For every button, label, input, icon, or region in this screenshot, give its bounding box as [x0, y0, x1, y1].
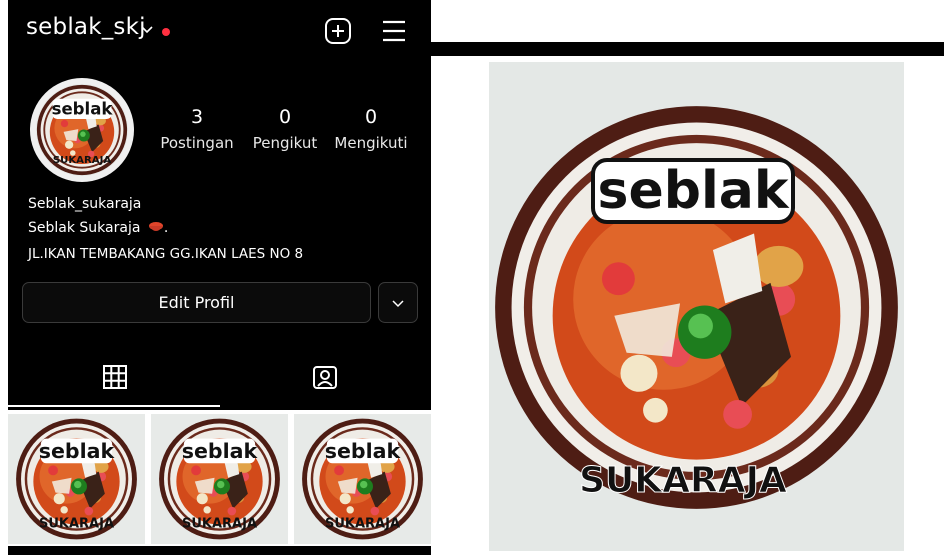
post-thumbnail[interactable]: seblak SUKARAJA [8, 414, 145, 544]
svg-text:seblak: seblak [598, 161, 790, 221]
svg-text:SUKARAJA: SUKARAJA [53, 155, 112, 166]
notification-dot [162, 28, 170, 36]
following-stat[interactable]: 0 Mengikuti [326, 106, 416, 152]
svg-text:SUKARAJA: SUKARAJA [325, 517, 400, 532]
followers-label: Pengikut [252, 134, 318, 152]
edit-profile-button[interactable]: Edit Profil [22, 282, 371, 323]
seblak-logo-image: seblak SUKARAJA [36, 84, 128, 176]
bio-text: Seblak Sukaraja [28, 220, 141, 236]
seblak-post-image: seblak SUKARAJA [8, 414, 145, 544]
username[interactable]: seblak_skj [26, 14, 146, 40]
bowl-emoji-icon [148, 222, 163, 231]
seblak-post-image: seblak SUKARAJA [151, 414, 288, 544]
grid-icon[interactable] [102, 364, 128, 390]
following-label: Mengikuti [334, 134, 408, 152]
logo-preview-panel: seblak SUKARAJA [431, 0, 944, 555]
bio-address: JL.IKAN TEMBAKANG GG.IKAN LAES NO 8 [28, 246, 304, 262]
seblak-bowl-image: seblak SUKARAJA [489, 62, 904, 551]
svg-text:seblak: seblak [325, 439, 402, 463]
followers-count: 0 [278, 106, 292, 128]
chevron-down-icon[interactable] [140, 22, 154, 36]
profile-avatar[interactable]: seblak SUKARAJA [30, 78, 134, 182]
svg-text:SUKARAJA: SUKARAJA [39, 517, 114, 532]
svg-text:SUKARAJA: SUKARAJA [182, 517, 257, 532]
bio-line: Seblak Sukaraja . [28, 220, 169, 236]
suggestions-dropdown-button[interactable] [378, 282, 418, 323]
add-post-icon[interactable] [324, 17, 352, 45]
top-bar: seblak_skj [8, 0, 431, 60]
followers-stat[interactable]: 0 Pengikut [240, 106, 330, 152]
profile-screen: seblak_skj seblak SUKARAJA 3 Postingan 0… [8, 0, 431, 555]
post-thumbnail[interactable]: seblak SUKARAJA [294, 414, 431, 544]
tagged-icon[interactable] [312, 364, 338, 390]
seblak-logo-large: seblak SUKARAJA [489, 62, 904, 551]
posts-stat[interactable]: 3 Postingan [152, 106, 242, 152]
svg-text:seblak: seblak [182, 439, 259, 463]
svg-text:seblak: seblak [39, 439, 116, 463]
posts-label: Postingan [160, 134, 234, 152]
menu-icon[interactable] [380, 17, 408, 45]
divider-bar [431, 42, 944, 56]
svg-text:seblak: seblak [52, 99, 114, 118]
posts-count: 3 [190, 106, 204, 128]
bio-name: Seblak_sukaraja [28, 196, 142, 212]
following-count: 0 [364, 106, 378, 128]
post-grid: seblak SUKARAJA seblak SUKARAJA seblak S… [8, 410, 431, 546]
chevron-down-icon [392, 300, 404, 308]
active-tab-indicator [8, 405, 220, 407]
seblak-post-image: seblak SUKARAJA [294, 414, 431, 544]
post-thumbnail[interactable]: seblak SUKARAJA [151, 414, 288, 544]
svg-text:SUKARAJA: SUKARAJA [579, 460, 787, 501]
